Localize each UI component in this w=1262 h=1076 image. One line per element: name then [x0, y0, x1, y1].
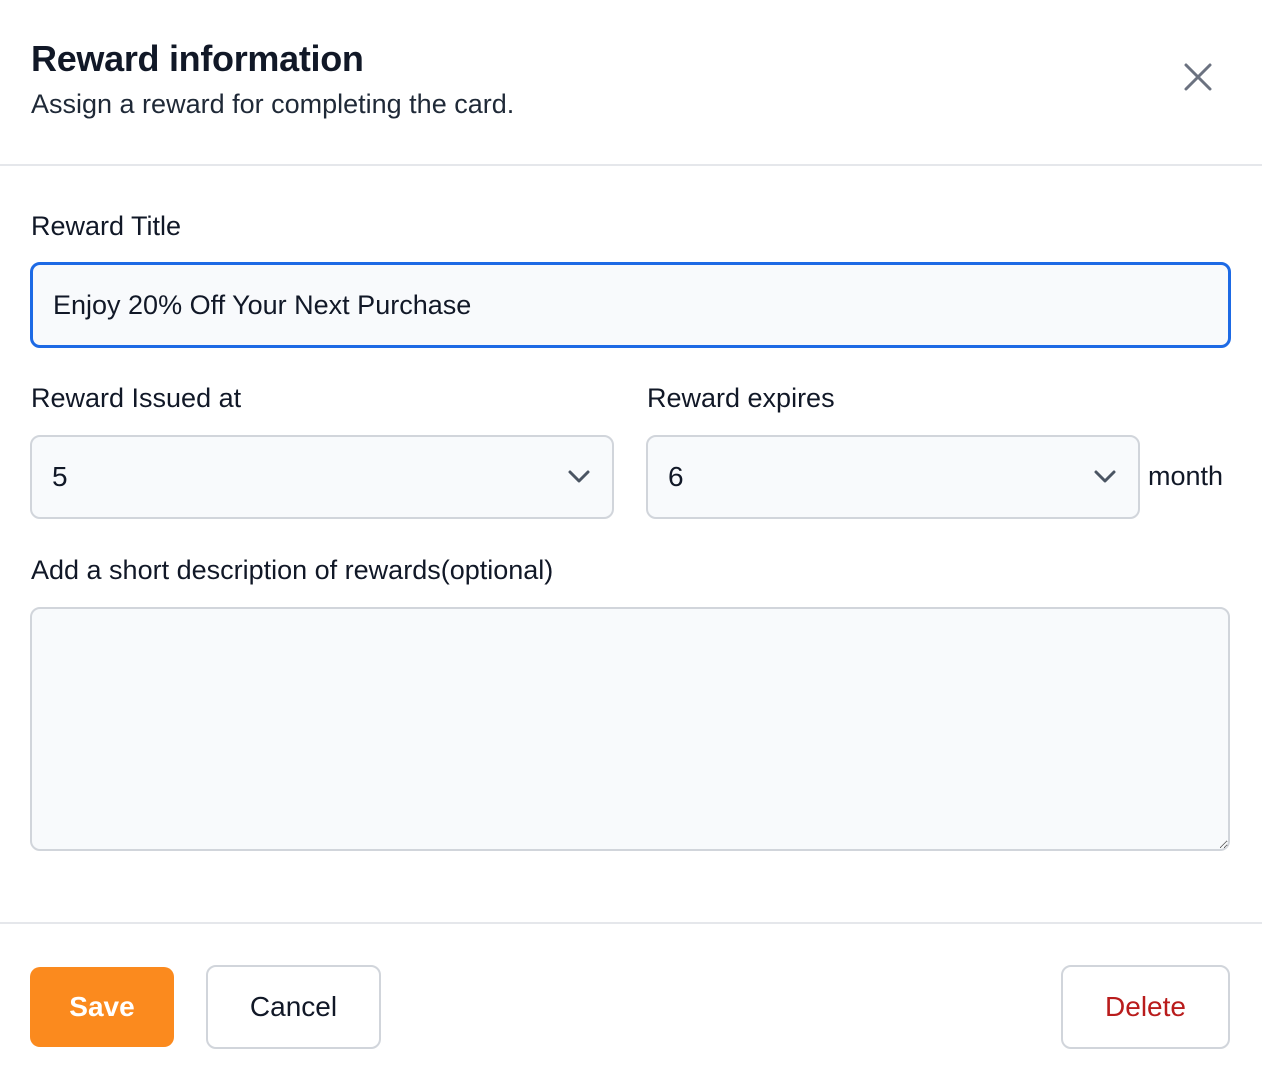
dialog-subtitle: Assign a reward for completing the card.	[31, 89, 515, 119]
reward-issued-at-label: Reward Issued at	[31, 383, 242, 413]
reward-expires-unit: month	[1148, 461, 1224, 491]
save-button[interactable]: Save	[30, 967, 174, 1047]
close-button[interactable]	[1178, 57, 1218, 97]
dialog-header: Reward information Assign a reward for c…	[0, 0, 1262, 166]
cancel-button[interactable]: Cancel	[206, 965, 381, 1049]
reward-expires-label: Reward expires	[647, 383, 835, 413]
chevron-down-icon	[568, 470, 590, 483]
description-label: Add a short description of rewards(optio…	[31, 555, 554, 585]
reward-title-label: Reward Title	[31, 211, 182, 241]
description-textarea[interactable]	[30, 607, 1230, 851]
dialog-title: Reward information	[31, 38, 364, 79]
reward-issued-at-select[interactable]: 5	[30, 435, 614, 519]
chevron-down-icon	[1094, 470, 1116, 483]
reward-expires-select[interactable]: 6	[646, 435, 1140, 519]
footer-divider	[0, 922, 1262, 924]
reward-title-input[interactable]	[30, 262, 1231, 348]
close-icon	[1184, 63, 1212, 91]
reward-expires-value: 6	[668, 461, 684, 492]
reward-issued-at-value: 5	[52, 461, 68, 492]
reward-information-dialog: Reward information Assign a reward for c…	[0, 0, 1262, 1076]
delete-button[interactable]: Delete	[1061, 965, 1230, 1049]
